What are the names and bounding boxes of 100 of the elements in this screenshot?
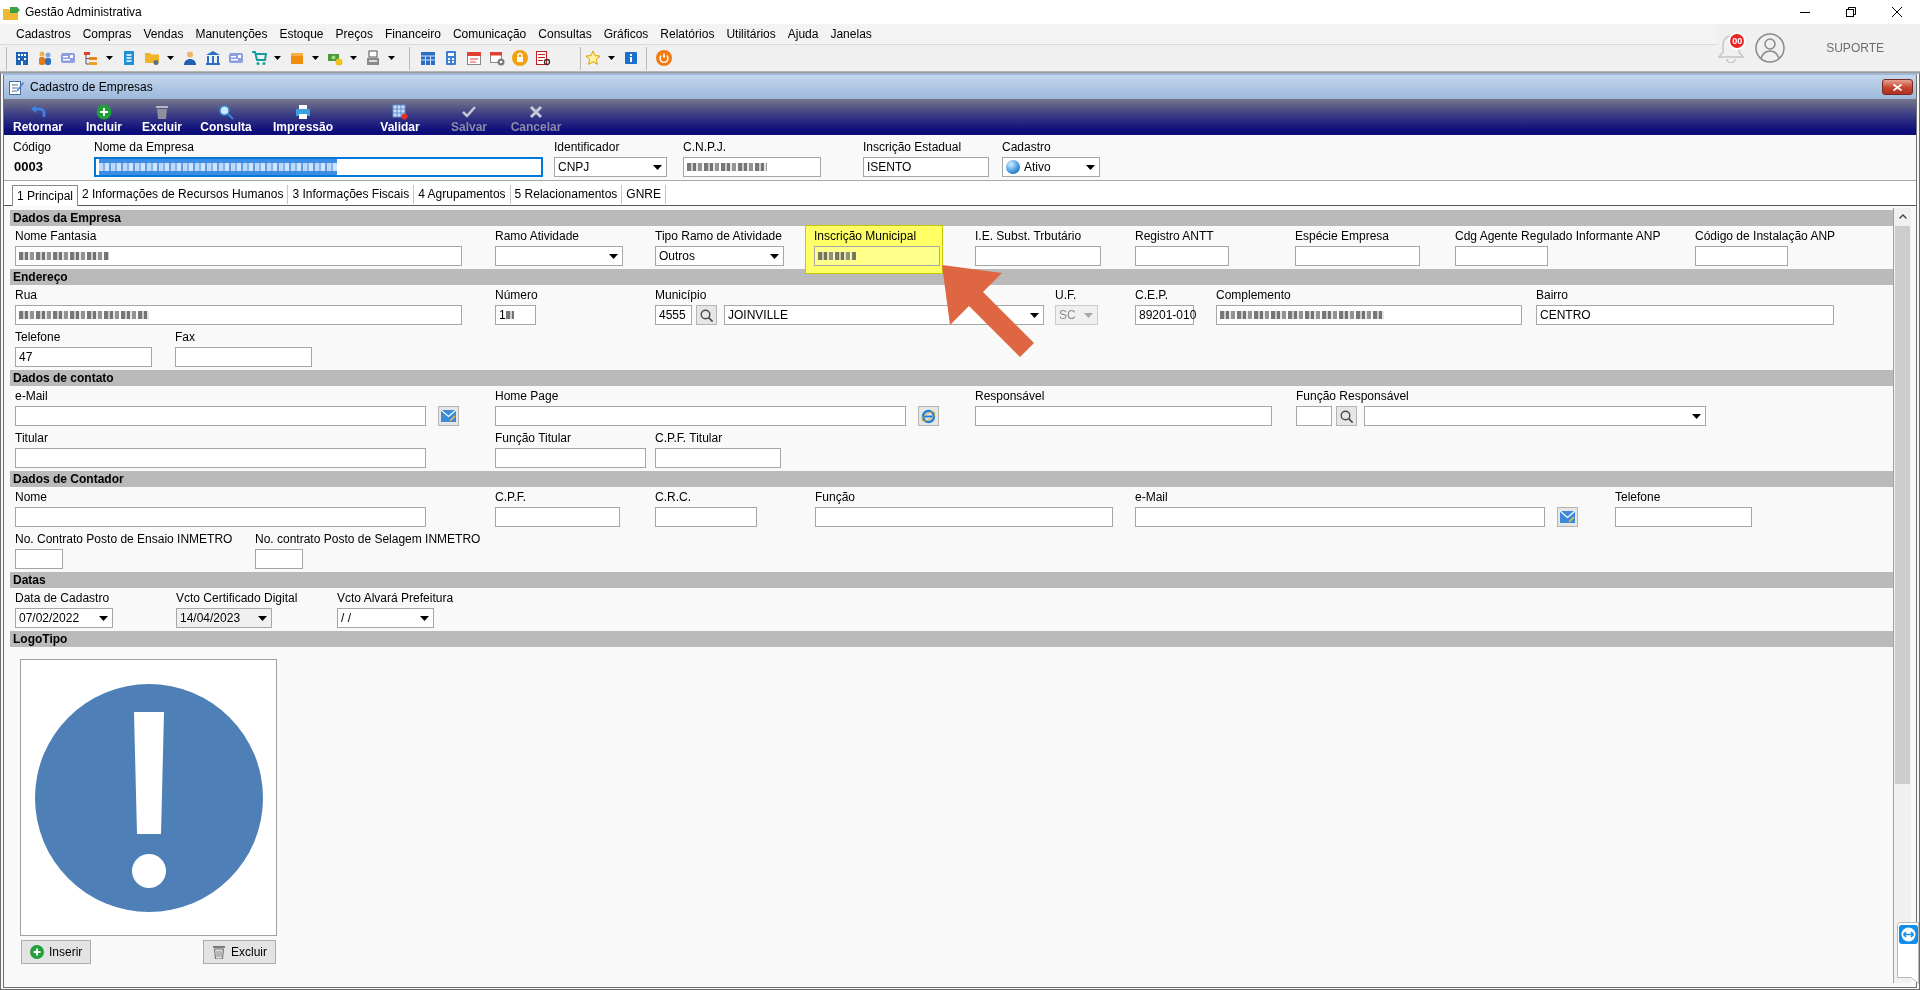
input-field[interactable] <box>1216 305 1522 325</box>
input-field[interactable] <box>15 448 426 468</box>
user-icon[interactable] <box>1755 32 1786 63</box>
input-field[interactable] <box>175 347 312 367</box>
input-field[interactable] <box>1615 507 1752 527</box>
bank-icon[interactable] <box>204 50 221 66</box>
menu-item[interactable]: Relatórios <box>654 26 721 42</box>
toolbar-button[interactable]: Incluir <box>80 99 128 135</box>
caret-icon[interactable] <box>350 56 357 60</box>
input-field[interactable] <box>255 549 303 569</box>
caret-icon[interactable] <box>388 56 395 60</box>
input-field[interactable]: 89201-010 <box>1135 305 1194 325</box>
input-field[interactable] <box>655 448 781 468</box>
input-field[interactable] <box>495 507 620 527</box>
input-field[interactable]: ISENTO <box>863 157 989 177</box>
menu-item[interactable]: Compras <box>76 26 138 42</box>
dropdown-field[interactable] <box>1364 406 1706 426</box>
code-field[interactable]: 4555 <box>655 305 692 325</box>
scroll-thumb[interactable] <box>1895 226 1910 784</box>
input-field[interactable] <box>1695 246 1788 266</box>
double-arrow-icon[interactable] <box>1897 922 1919 984</box>
menu-item[interactable]: Manutenções <box>189 26 274 42</box>
code-field[interactable] <box>1296 406 1332 426</box>
search-button[interactable] <box>1336 406 1357 426</box>
input-field[interactable] <box>15 406 426 426</box>
caret-icon[interactable] <box>167 56 174 60</box>
menu-item[interactable]: Financeiro <box>378 26 447 42</box>
input-field[interactable]: 1 <box>495 305 536 325</box>
date-field[interactable]: 14/04/2023 <box>176 608 272 628</box>
menu-item[interactable]: Estoque <box>273 26 330 42</box>
menu-item[interactable]: Consultas <box>532 26 598 42</box>
input-field[interactable] <box>975 246 1101 266</box>
calendar-icon[interactable] <box>465 50 482 66</box>
input-field[interactable] <box>495 406 906 426</box>
input-field[interactable] <box>655 507 757 527</box>
toolbar-button[interactable]: Validar <box>374 99 426 135</box>
email-button[interactable] <box>438 406 459 426</box>
input-field[interactable]: CENTRO <box>1536 305 1834 325</box>
input-field[interactable] <box>15 549 63 569</box>
lock-icon[interactable] <box>511 50 528 66</box>
caret-icon[interactable] <box>312 56 319 60</box>
input-field[interactable] <box>1135 246 1229 266</box>
close-button[interactable] <box>1882 79 1913 95</box>
people-icon[interactable] <box>36 50 53 66</box>
toolbar-button[interactable]: Impressão <box>266 99 340 135</box>
input-field[interactable] <box>94 157 543 177</box>
org-chart-icon[interactable] <box>82 50 99 66</box>
restore-icon[interactable] <box>1846 7 1856 17</box>
input-field[interactable] <box>15 246 462 266</box>
dropdown-field[interactable]: CNPJ <box>554 157 667 177</box>
delete-button[interactable]: Excluir <box>203 940 276 964</box>
toolbar-button[interactable]: Excluir <box>137 99 187 135</box>
input-field[interactable] <box>815 507 1113 527</box>
input-field[interactable] <box>814 246 940 266</box>
menu-item[interactable]: Utilitários <box>720 26 782 42</box>
calendar-grid-icon[interactable] <box>419 50 436 66</box>
tab[interactable]: 1 Principal <box>12 185 79 206</box>
power-icon[interactable] <box>655 50 672 66</box>
dropdown-field[interactable] <box>495 246 623 266</box>
input-field[interactable] <box>15 507 426 527</box>
menu-item[interactable]: Vendas <box>137 26 190 42</box>
toolbar-button[interactable]: Retornar <box>8 99 68 135</box>
date-field[interactable]: 07/02/2022 <box>15 608 113 628</box>
input-field[interactable] <box>975 406 1272 426</box>
info-icon[interactable] <box>622 50 639 66</box>
input-field[interactable] <box>1135 507 1545 527</box>
input-field[interactable] <box>15 305 462 325</box>
menu-item[interactable]: Preços <box>329 26 379 42</box>
card-icon[interactable] <box>227 50 244 66</box>
menu-item[interactable]: Cadastros <box>10 26 77 42</box>
menu-item[interactable]: Ajuda <box>781 26 825 42</box>
card-icon[interactable] <box>59 50 76 66</box>
caret-icon[interactable] <box>608 56 615 60</box>
report-icon[interactable] <box>534 50 551 66</box>
folder-icon[interactable] <box>143 50 160 66</box>
star-icon[interactable] <box>584 50 601 66</box>
calendar-gear-icon[interactable] <box>488 50 505 66</box>
input-field[interactable] <box>1455 246 1548 266</box>
box-icon[interactable] <box>288 50 305 66</box>
minimize-icon[interactable] <box>1800 11 1810 13</box>
browser-button[interactable] <box>918 406 939 426</box>
search-button[interactable] <box>696 305 717 325</box>
date-field[interactable]: / / <box>337 608 434 628</box>
scrollbar[interactable] <box>1894 208 1911 983</box>
close-icon[interactable] <box>1892 7 1902 17</box>
input-field[interactable] <box>683 157 821 177</box>
cart-icon[interactable] <box>250 50 267 66</box>
dropdown-field[interactable]: Outros <box>655 246 784 266</box>
caret-icon[interactable] <box>106 56 113 60</box>
menu-item[interactable]: Comunicação <box>446 26 533 42</box>
input-field[interactable] <box>495 448 646 468</box>
insert-button[interactable]: Inserir <box>21 940 92 964</box>
menu-item[interactable]: Gráficos <box>597 26 655 42</box>
cash-register-icon[interactable] <box>364 50 381 66</box>
building-icon[interactable] <box>13 50 30 66</box>
toolbar-button[interactable]: Consulta <box>195 99 257 135</box>
caret-icon[interactable] <box>274 56 281 60</box>
scroll-up-icon[interactable] <box>1898 214 1907 219</box>
input-field[interactable] <box>1295 246 1420 266</box>
user-name[interactable]: SUPORTE <box>1826 40 1884 55</box>
